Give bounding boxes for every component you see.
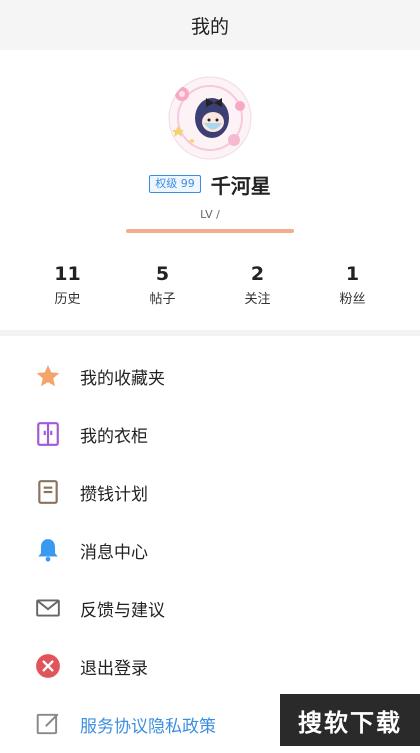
watermark-text: 搜软下载 bbox=[298, 708, 402, 737]
close-circle-icon bbox=[34, 652, 62, 680]
username: 千河星 bbox=[210, 173, 271, 198]
stat-value: 1 bbox=[345, 263, 360, 285]
menu-item-savings-plan[interactable]: 攒钱计划 bbox=[0, 463, 420, 521]
stat-posts[interactable]: 5 帖子 bbox=[115, 262, 210, 312]
menu-item-label: 我的衣柜 bbox=[80, 426, 148, 447]
menu-item-label: 服务协议隐私政策 bbox=[80, 716, 216, 737]
menu-item-messages[interactable]: 消息中心 bbox=[0, 521, 420, 579]
stat-label: 粉丝 bbox=[339, 292, 366, 307]
stat-label: 帖子 bbox=[149, 292, 176, 307]
wardrobe-icon bbox=[34, 420, 62, 448]
stat-followers[interactable]: 1 粉丝 bbox=[305, 262, 400, 312]
envelope-icon bbox=[34, 594, 62, 622]
profile-name-row: 权级 99 千河星 bbox=[0, 168, 420, 200]
avatar-image bbox=[168, 76, 252, 160]
edit-icon bbox=[34, 710, 62, 738]
level-label: LV / bbox=[200, 208, 220, 221]
level-progress-bar bbox=[126, 229, 294, 233]
menu-item-label: 攒钱计划 bbox=[80, 484, 148, 505]
menu-item-wardrobe[interactable]: 我的衣柜 bbox=[0, 405, 420, 463]
watermark: 搜软下载 bbox=[280, 694, 420, 746]
menu-item-label: 反馈与建议 bbox=[80, 600, 165, 621]
menu-item-label: 退出登录 bbox=[80, 658, 148, 679]
rank-badge: 权级 99 bbox=[149, 175, 201, 193]
page-title: 我的 bbox=[190, 15, 229, 38]
star-icon bbox=[34, 362, 62, 390]
stat-value: 5 bbox=[155, 263, 170, 285]
menu-item-favorites[interactable]: 我的收藏夹 bbox=[0, 347, 420, 405]
avatar[interactable] bbox=[168, 76, 252, 160]
menu-item-label: 我的收藏夹 bbox=[80, 368, 165, 389]
stat-value: 2 bbox=[250, 263, 265, 285]
profile-stats: 11 历史 5 帖子 2 关注 1 粉丝 bbox=[20, 262, 400, 312]
stat-label: 关注 bbox=[244, 292, 271, 307]
menu-item-feedback[interactable]: 反馈与建议 bbox=[0, 579, 420, 637]
bell-icon bbox=[34, 536, 62, 564]
menu-item-logout[interactable]: 退出登录 bbox=[0, 637, 420, 695]
level-progress-fill bbox=[126, 229, 294, 233]
stat-value: 11 bbox=[54, 263, 81, 285]
stat-label: 历史 bbox=[54, 292, 81, 307]
menu-list: 我的收藏夹 我的衣柜 攒钱计划 消息中心 反馈与建议 退出登录 服务协议隐私政策 bbox=[0, 347, 420, 753]
notebook-icon bbox=[34, 478, 62, 506]
top-bar: 我的 bbox=[0, 0, 420, 50]
section-divider bbox=[0, 330, 420, 336]
menu-item-label: 消息中心 bbox=[80, 542, 148, 563]
stat-following[interactable]: 2 关注 bbox=[210, 262, 305, 312]
stat-history[interactable]: 11 历史 bbox=[20, 262, 115, 312]
